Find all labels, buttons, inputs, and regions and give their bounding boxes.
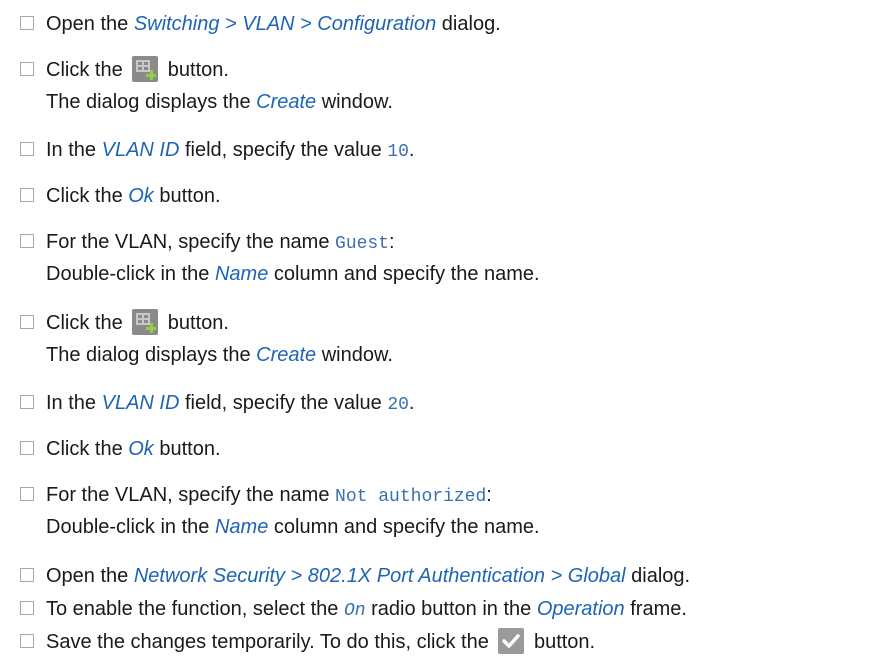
step-2: Click the button. The dialog displays th… xyxy=(20,54,882,118)
create-table-icon xyxy=(132,309,159,335)
step-11: To enable the function, select the On ra… xyxy=(20,593,882,625)
dialog-path: Switching > VLAN > Configuration xyxy=(133,13,437,35)
step-4: Click the Ok button. xyxy=(20,180,882,212)
step-8: Click the Ok button. xyxy=(20,433,882,465)
step-checkbox[interactable] xyxy=(20,16,34,30)
step-3: In the VLAN ID field, specify the value … xyxy=(20,134,882,166)
value-code: Not authorized xyxy=(335,487,487,507)
step-checkbox[interactable] xyxy=(20,441,34,455)
step-checkbox[interactable] xyxy=(20,188,34,202)
step-checkbox[interactable] xyxy=(20,315,34,329)
value-code: 10 xyxy=(387,142,409,162)
step-12: Save the changes temporarily. To do this… xyxy=(20,626,882,658)
step-checkbox[interactable] xyxy=(20,568,34,582)
step-1: Open the Switching > VLAN > Configuratio… xyxy=(20,8,882,40)
step-checkbox[interactable] xyxy=(20,62,34,76)
checkmark-save-icon xyxy=(498,628,525,654)
step-checkbox[interactable] xyxy=(20,601,34,615)
step-checkbox[interactable] xyxy=(20,487,34,501)
create-table-icon xyxy=(132,56,159,82)
step-checkbox[interactable] xyxy=(20,234,34,248)
step-10: Open the Network Security > 802.1X Port … xyxy=(20,560,882,592)
value-code: Guest xyxy=(335,234,390,254)
value-code: On xyxy=(343,601,366,621)
step-9: For the VLAN, specify the name Not autho… xyxy=(20,479,882,543)
step-checkbox[interactable] xyxy=(20,634,34,648)
step-checkbox[interactable] xyxy=(20,395,34,409)
dialog-path: Network Security > 802.1X Port Authentic… xyxy=(133,565,626,587)
step-5: For the VLAN, specify the name Guest: Do… xyxy=(20,226,882,290)
step-7: In the VLAN ID field, specify the value … xyxy=(20,387,882,419)
step-checkbox[interactable] xyxy=(20,142,34,156)
step-6: Click the button. The dialog displays th… xyxy=(20,307,882,371)
value-code: 20 xyxy=(387,395,409,415)
